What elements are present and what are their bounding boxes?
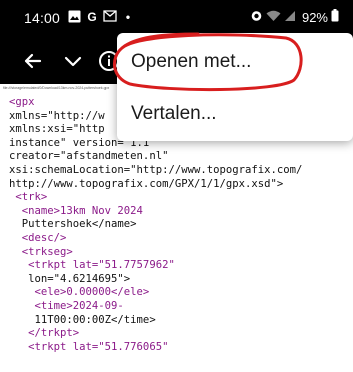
xml-line: 11T00:00:00Z</time> [9, 313, 156, 326]
xml-line: lon="4.6214695"> [9, 272, 131, 285]
xml-line: http://www.topografix.com/GPX/1/1/gpx.xs… [9, 177, 284, 190]
more-notifications-dot: • [125, 10, 131, 24]
xml-line: <trkseg> [9, 245, 73, 258]
xml-line: creator="afstandmeten.nl" [9, 150, 169, 163]
xml-line: <desc/> [9, 231, 67, 244]
gmail-icon [103, 10, 117, 24]
menu-item-translate[interactable]: Vertalen... [117, 89, 353, 139]
gallery-icon [67, 10, 81, 24]
signal-icon [284, 9, 296, 25]
xml-line: <ele>0.00000</ele> [9, 286, 150, 299]
menu-item-open-with[interactable]: Openen met... [117, 37, 353, 87]
chevron-down-icon[interactable] [60, 48, 86, 74]
xml-line: <time>2024-09- [9, 299, 124, 312]
status-right: 92% [250, 9, 339, 25]
xml-line: <trkpt lat="51.7757962" [9, 259, 175, 272]
wifi-icon [266, 9, 281, 25]
xml-line: <trkpt lat="51.776065" [9, 340, 169, 353]
battery-icon [331, 9, 339, 25]
battery-percent: 92% [301, 9, 328, 25]
xml-line: xsi:schemaLocation="http://www.topografi… [9, 163, 303, 176]
screen: 14:00 G • 92% file:///storage/emulated/0… [0, 0, 353, 372]
notification-icons: G • [67, 10, 135, 24]
xml-line: <name>13km Nov 2024 [9, 204, 143, 217]
overflow-menu: Openen met... Vertalen... [117, 33, 353, 141]
xml-line: <trk> [9, 191, 48, 204]
arrow-back-icon[interactable] [20, 48, 46, 74]
alarm-icon [250, 9, 263, 25]
status-time: 14:00 [24, 10, 61, 26]
xml-line: Puttershoek</name> [9, 218, 137, 231]
google-icon: G [87, 10, 97, 24]
status-bar: 14:00 G • 92% [0, 0, 353, 36]
xml-line: </trkpt> [9, 327, 80, 340]
